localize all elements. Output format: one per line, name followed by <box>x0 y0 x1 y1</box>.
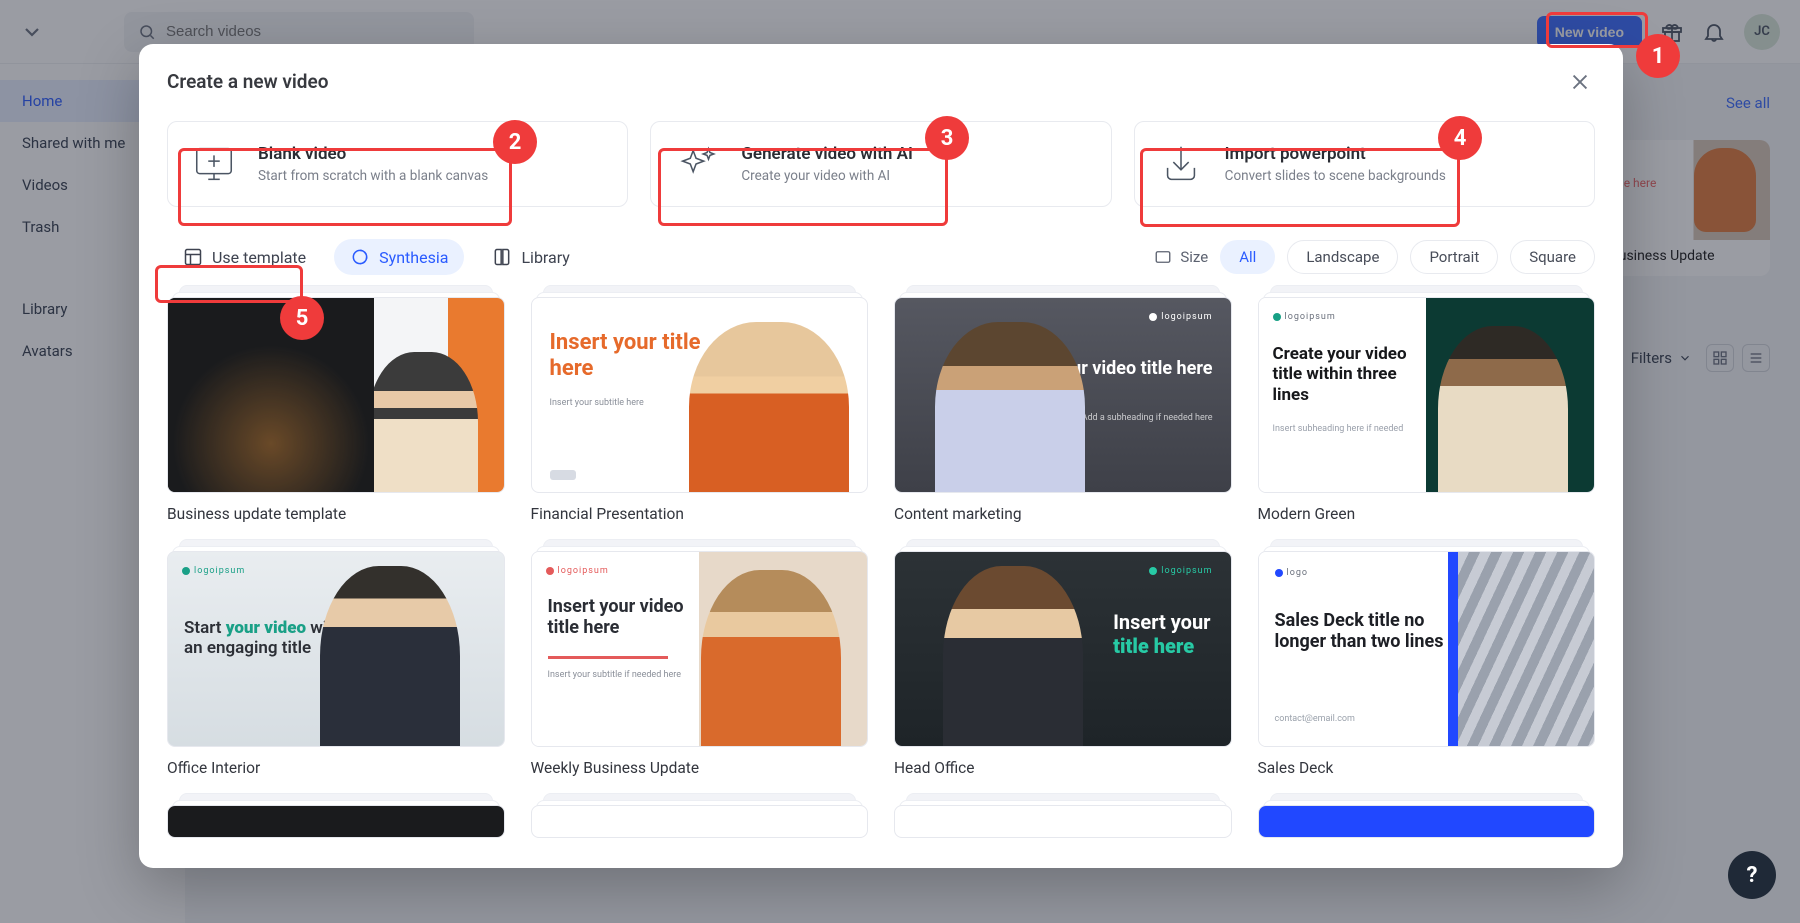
overlay-text: Sales Deck title no longer than two line… <box>1275 610 1449 653</box>
size-square[interactable]: Square <box>1510 240 1595 274</box>
starter-title: Import powerpoint <box>1225 144 1446 164</box>
synthesia-icon <box>350 247 370 267</box>
template-card[interactable] <box>894 805 1232 839</box>
template-title: Head Office <box>894 759 1232 777</box>
close-icon[interactable] <box>1569 71 1591 93</box>
overlay-text: Insert your title here <box>550 330 710 383</box>
tab-label: Use template <box>212 248 306 267</box>
sparkle-icon <box>673 140 721 188</box>
template-icon <box>183 247 203 267</box>
logo-text: logoipsum <box>558 566 609 576</box>
starter-blank-video[interactable]: Blank video Start from scratch with a bl… <box>167 121 628 207</box>
logo-text: logoipsum <box>1161 566 1212 576</box>
size-all[interactable]: All <box>1220 240 1275 274</box>
starter-subtitle: Start from scratch with a blank canvas <box>258 168 488 184</box>
overlay-text: Insert your video title here <box>548 596 700 639</box>
modal-title: Create a new video <box>167 70 328 93</box>
template-card[interactable]: logoipsum Insert your video title here I… <box>531 551 869 777</box>
starter-title: Generate video with AI <box>741 144 913 164</box>
overlay-sub: Insert your subtitle here <box>550 398 644 408</box>
size-landscape[interactable]: Landscape <box>1287 240 1398 274</box>
template-title: Content marketing <box>894 505 1232 523</box>
tab-label: Library <box>521 248 569 267</box>
starter-generate-ai[interactable]: Generate video with AI Create your video… <box>650 121 1111 207</box>
aspect-icon <box>1154 248 1172 266</box>
new-video-modal: Create a new video Blank video Start fro… <box>139 44 1623 868</box>
template-card[interactable]: logoipsum Insert your video title here A… <box>894 297 1232 523</box>
template-card[interactable] <box>167 805 505 839</box>
logo-text: logo <box>1287 568 1309 578</box>
size-portrait[interactable]: Portrait <box>1410 240 1498 274</box>
template-card[interactable]: logoipsum Create your video title within… <box>1258 297 1596 523</box>
tab-library[interactable]: Library <box>476 239 585 275</box>
starter-title: Blank video <box>258 144 488 164</box>
overlay-text: Create your video title within three lin… <box>1273 344 1427 405</box>
logo-mark <box>550 470 576 480</box>
starter-import-ppt[interactable]: Import powerpoint Convert slides to scen… <box>1134 121 1595 207</box>
template-title: Business update template <box>167 505 505 523</box>
blank-video-icon <box>190 140 238 188</box>
template-title: Weekly Business Update <box>531 759 869 777</box>
help-button[interactable]: ? <box>1728 851 1776 899</box>
tab-label: Synthesia <box>379 248 448 267</box>
overlay-text: Enter your video engaging video title he… <box>182 346 362 384</box>
template-card[interactable] <box>531 805 869 839</box>
tab-use-template[interactable]: Use template <box>167 239 322 275</box>
template-card[interactable]: logoipsum Start your video with an engag… <box>167 551 505 777</box>
logo-text: logoipsum <box>194 310 245 320</box>
logo-text: logoipsum <box>1161 312 1212 322</box>
template-title: Sales Deck <box>1258 759 1596 777</box>
template-card[interactable]: Insert your title here Insert your subti… <box>531 297 869 523</box>
overlay-sub: Insert subheading here if needed <box>1273 424 1404 434</box>
starter-subtitle: Create your video with AI <box>741 168 913 184</box>
template-title: Modern Green <box>1258 505 1596 523</box>
starter-subtitle: Convert slides to scene backgrounds <box>1225 168 1446 184</box>
book-icon <box>492 247 512 267</box>
foot-email: contact@email.com <box>1275 714 1355 734</box>
size-label: Size <box>1154 248 1208 266</box>
overlay-text: Insert yourtitle here <box>1113 610 1210 658</box>
template-title: Office Interior <box>167 759 505 777</box>
overlay-sub: Add a subheading if needed here <box>1082 413 1213 423</box>
logo-text: logoipsum <box>1285 312 1336 322</box>
template-card[interactable]: logoipsum Insert yourtitle here Head Off… <box>894 551 1232 777</box>
overlay-sub: Insert your subtitle if needed here <box>548 670 681 680</box>
tab-synthesia[interactable]: Synthesia <box>334 239 464 275</box>
template-card[interactable] <box>1258 805 1596 839</box>
template-title: Financial Presentation <box>531 505 869 523</box>
template-card[interactable]: logoipsum Enter your video engaging vide… <box>167 297 505 523</box>
template-card[interactable]: logo Sales Deck title no longer than two… <box>1258 551 1596 777</box>
logo-text: logoipsum <box>194 566 245 576</box>
import-icon <box>1157 140 1205 188</box>
